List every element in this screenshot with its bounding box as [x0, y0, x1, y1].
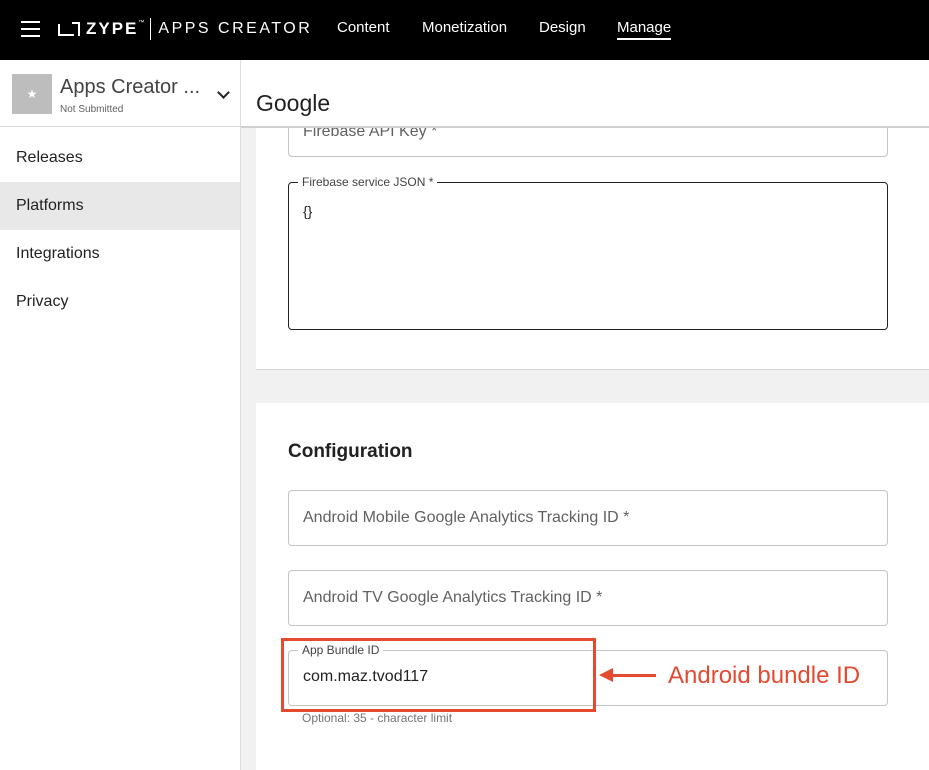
- sidebar: ★ Apps Creator ... Not Submitted Release…: [0, 60, 241, 770]
- android-tv-ga-tracking-input[interactable]: Android TV Google Analytics Tracking ID …: [288, 570, 888, 626]
- logo-brand: ZYPE: [86, 19, 139, 38]
- nav-content[interactable]: Content: [337, 19, 390, 36]
- logo-product: APPS CREATOR: [158, 20, 313, 37]
- firebase-service-json-label: Firebase service JSON *: [298, 175, 438, 189]
- sidebar-item-label: Releases: [16, 149, 83, 166]
- sidebar-item-label: Privacy: [16, 293, 69, 310]
- android-mobile-ga-tracking-placeholder: Android Mobile Google Analytics Tracking…: [303, 509, 630, 526]
- zype-logo[interactable]: ZYPE ™ APPS CREATOR: [58, 17, 312, 41]
- configuration-card: Configuration Android Mobile Google Anal…: [256, 403, 929, 770]
- top-app-bar: ZYPE ™ APPS CREATOR Content Monetization…: [0, 0, 929, 60]
- page-title: Google: [256, 90, 331, 116]
- sidebar-item-label: Platforms: [16, 197, 84, 214]
- chevron-down-icon[interactable]: [217, 86, 230, 99]
- sidebar-item-integrations[interactable]: Integrations: [0, 230, 240, 278]
- nav-monetization[interactable]: Monetization: [422, 19, 507, 36]
- page-header: Google: [241, 60, 929, 128]
- app-status: Not Submitted: [60, 104, 124, 115]
- app-bundle-id-helper: Optional: 35 - character limit: [302, 711, 453, 725]
- nav-design[interactable]: Design: [539, 19, 586, 36]
- firebase-card: Firebase API Key * Firebase service JSON…: [256, 88, 929, 370]
- app-thumbnail-star-icon: ★: [12, 74, 52, 114]
- firebase-service-json-field[interactable]: Firebase service JSON * {}: [288, 175, 888, 330]
- app-selector[interactable]: ★ Apps Creator ... Not Submitted: [0, 60, 240, 127]
- firebase-service-json-value: {}: [303, 203, 313, 219]
- android-tv-ga-tracking-placeholder: Android TV Google Analytics Tracking ID …: [303, 589, 603, 606]
- zype-logo-mark-icon: [58, 22, 80, 36]
- nav-manage[interactable]: Manage: [617, 19, 672, 40]
- hamburger-menu-icon[interactable]: [21, 21, 40, 37]
- annotation-arrow-line: [610, 674, 656, 677]
- sidebar-item-releases[interactable]: Releases: [0, 134, 240, 182]
- logo-divider: [150, 18, 152, 40]
- logo-trademark: ™: [138, 20, 145, 26]
- sidebar-item-platforms[interactable]: Platforms: [0, 182, 240, 230]
- android-mobile-ga-tracking-input[interactable]: Android Mobile Google Analytics Tracking…: [288, 490, 888, 546]
- annotation-label: Android bundle ID: [668, 662, 861, 689]
- configuration-title: Configuration: [288, 441, 413, 462]
- annotation-highlight-box: [281, 638, 596, 712]
- sidebar-item-label: Integrations: [16, 245, 100, 262]
- sidebar-item-privacy[interactable]: Privacy: [0, 278, 240, 326]
- app-name: Apps Creator ...: [60, 76, 201, 98]
